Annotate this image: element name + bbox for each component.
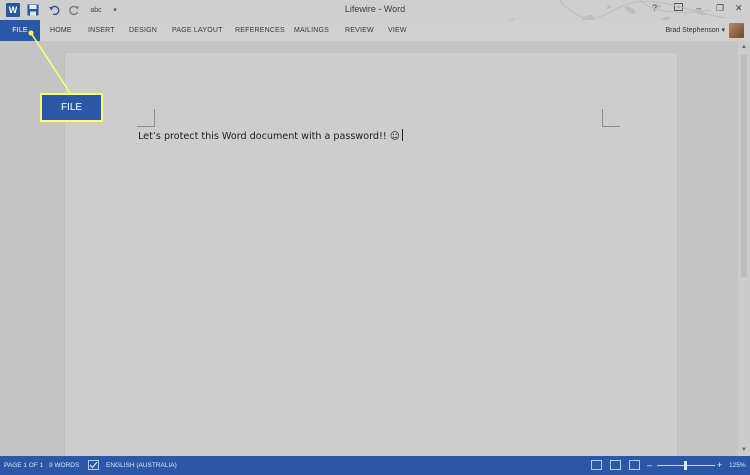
- text-cursor: [401, 129, 403, 141]
- tab-review[interactable]: REVIEW: [345, 20, 374, 41]
- zoom-level[interactable]: 125%: [729, 462, 746, 469]
- zoom-slider-thumb[interactable]: [684, 461, 687, 470]
- tab-file[interactable]: FILE: [0, 20, 40, 41]
- status-bar: PAGE 1 OF 1 9 WORDS ENGLISH (AUSTRALIA) …: [0, 456, 750, 475]
- scroll-up-icon[interactable]: ▲: [738, 41, 750, 53]
- word-count[interactable]: 9 WORDS: [49, 462, 79, 469]
- ribbon-tab-bar: FILE HOME INSERT DESIGN PAGE LAYOUT REFE…: [0, 20, 750, 41]
- restore-button[interactable]: ❐: [716, 3, 724, 14]
- language-indicator[interactable]: ENGLISH (AUSTRALIA): [106, 462, 177, 469]
- zoom-out-button[interactable]: –: [647, 460, 652, 470]
- tab-home[interactable]: HOME: [50, 20, 72, 41]
- tab-view[interactable]: VIEW: [388, 20, 407, 41]
- file-callout-label: FILE: [40, 93, 103, 122]
- proofing-icon[interactable]: [88, 460, 99, 470]
- document-area: Let’s protect this Word document with a …: [0, 41, 738, 463]
- document-page[interactable]: Let’s protect this Word document with a …: [65, 53, 677, 463]
- tab-page-layout[interactable]: PAGE LAYOUT: [172, 20, 223, 41]
- help-button[interactable]: ?: [652, 3, 657, 13]
- tab-insert[interactable]: INSERT: [88, 20, 115, 41]
- tab-references[interactable]: REFERENCES: [235, 20, 285, 41]
- page-count[interactable]: PAGE 1 OF 1: [4, 462, 43, 469]
- tab-design[interactable]: DESIGN: [129, 20, 157, 41]
- document-text[interactable]: Let’s protect this Word document with a …: [138, 131, 400, 142]
- scrollbar-thumb[interactable]: [741, 55, 747, 277]
- avatar[interactable]: [729, 23, 744, 38]
- close-button[interactable]: ✕: [735, 3, 743, 14]
- crop-mark-top-left: [137, 109, 155, 127]
- web-layout-icon[interactable]: [629, 460, 640, 470]
- read-mode-icon[interactable]: [591, 460, 602, 470]
- minimize-button[interactable]: –: [696, 3, 701, 13]
- crop-mark-top-right: [602, 109, 620, 127]
- title-bar: W abc ▾ Lifewire - Word ? – ❐ ✕: [0, 0, 750, 20]
- zoom-in-button[interactable]: +: [717, 460, 722, 470]
- scroll-down-icon[interactable]: ▼: [738, 444, 750, 456]
- print-layout-icon[interactable]: [610, 460, 621, 470]
- vertical-scrollbar[interactable]: ▲ ▼: [738, 41, 750, 456]
- ribbon-display-options-icon[interactable]: [674, 3, 683, 13]
- document-text-line[interactable]: Let’s protect this Word document with a …: [138, 129, 403, 142]
- window-title: Lifewire - Word: [344, 4, 406, 14]
- user-name[interactable]: Brad Stephenson ▾: [665, 26, 725, 34]
- tab-mailings[interactable]: MAILINGS: [294, 20, 329, 41]
